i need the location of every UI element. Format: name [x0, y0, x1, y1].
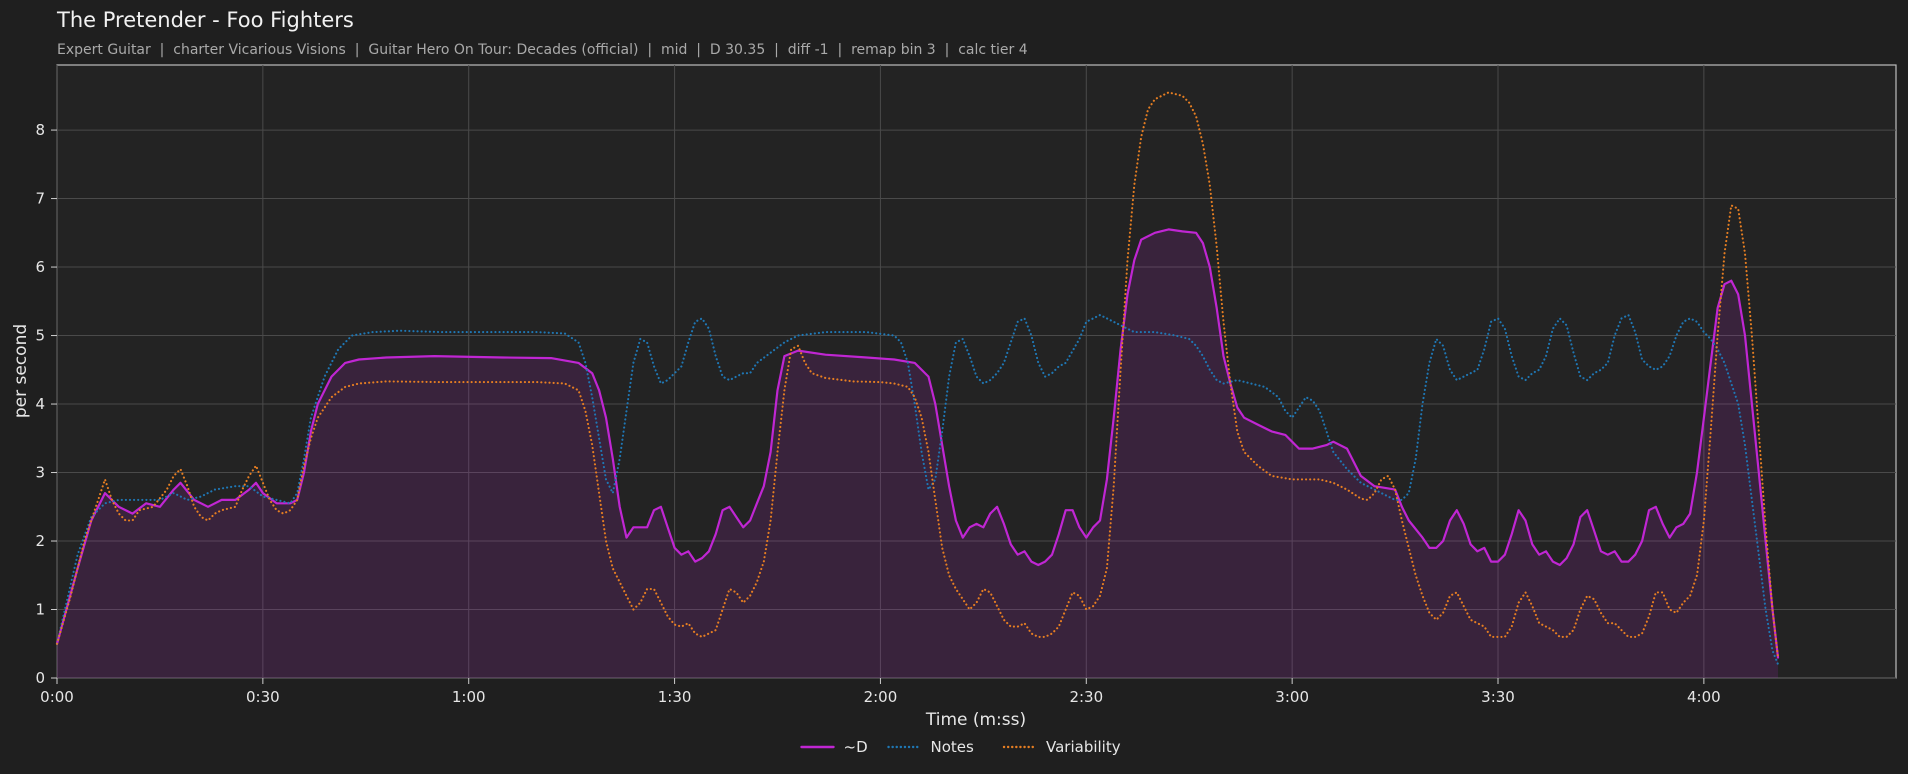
y-tick-label: 0	[35, 669, 45, 687]
legend-label: ~D	[844, 738, 868, 756]
y-tick-label: 8	[35, 121, 45, 139]
y-tick-label: 7	[35, 190, 45, 208]
y-tick-label: 5	[35, 327, 45, 345]
x-axis-ticks: 0:00 0:30 1:00 1:30 2:00 2:30 3:00 3:30 4:00	[40, 678, 1721, 706]
chart-subtitle: Expert Guitar | charter Vicarious Vision…	[57, 42, 1028, 58]
y-tick-label: 6	[35, 258, 45, 276]
x-tick-label: 3:00	[1275, 688, 1309, 706]
x-tick-label: 3:30	[1481, 688, 1515, 706]
x-tick-label: 1:30	[658, 688, 692, 706]
legend-label: Notes	[931, 738, 975, 756]
y-tick-label: 2	[35, 532, 45, 550]
legend-item-notes: Notes	[887, 738, 975, 756]
x-tick-label: 2:30	[1069, 688, 1103, 706]
legend: ~D Notes Variability	[800, 738, 1121, 756]
y-tick-label: 4	[35, 395, 45, 413]
legend-item-variability: Variability	[1002, 738, 1121, 756]
chart-title: The Pretender - Foo Fighters	[56, 8, 354, 32]
x-tick-label: 4:00	[1687, 688, 1721, 706]
x-tick-label: 2:00	[864, 688, 898, 706]
legend-label: Variability	[1046, 738, 1121, 756]
y-tick-label: 1	[35, 601, 45, 619]
x-tick-label: 0:00	[40, 688, 74, 706]
y-tick-label: 3	[35, 464, 45, 482]
legend-item-d: ~D	[800, 738, 868, 756]
x-tick-label: 0:30	[246, 688, 280, 706]
y-axis-ticks: 0 1 2 3 4 5 6 7 8	[35, 121, 57, 687]
x-axis-label: Time (m:ss)	[925, 710, 1026, 730]
x-tick-label: 1:00	[452, 688, 486, 706]
y-axis-label: per second	[11, 324, 31, 418]
chart: The Pretender - Foo Fighters Expert Guit…	[11, 8, 1897, 756]
